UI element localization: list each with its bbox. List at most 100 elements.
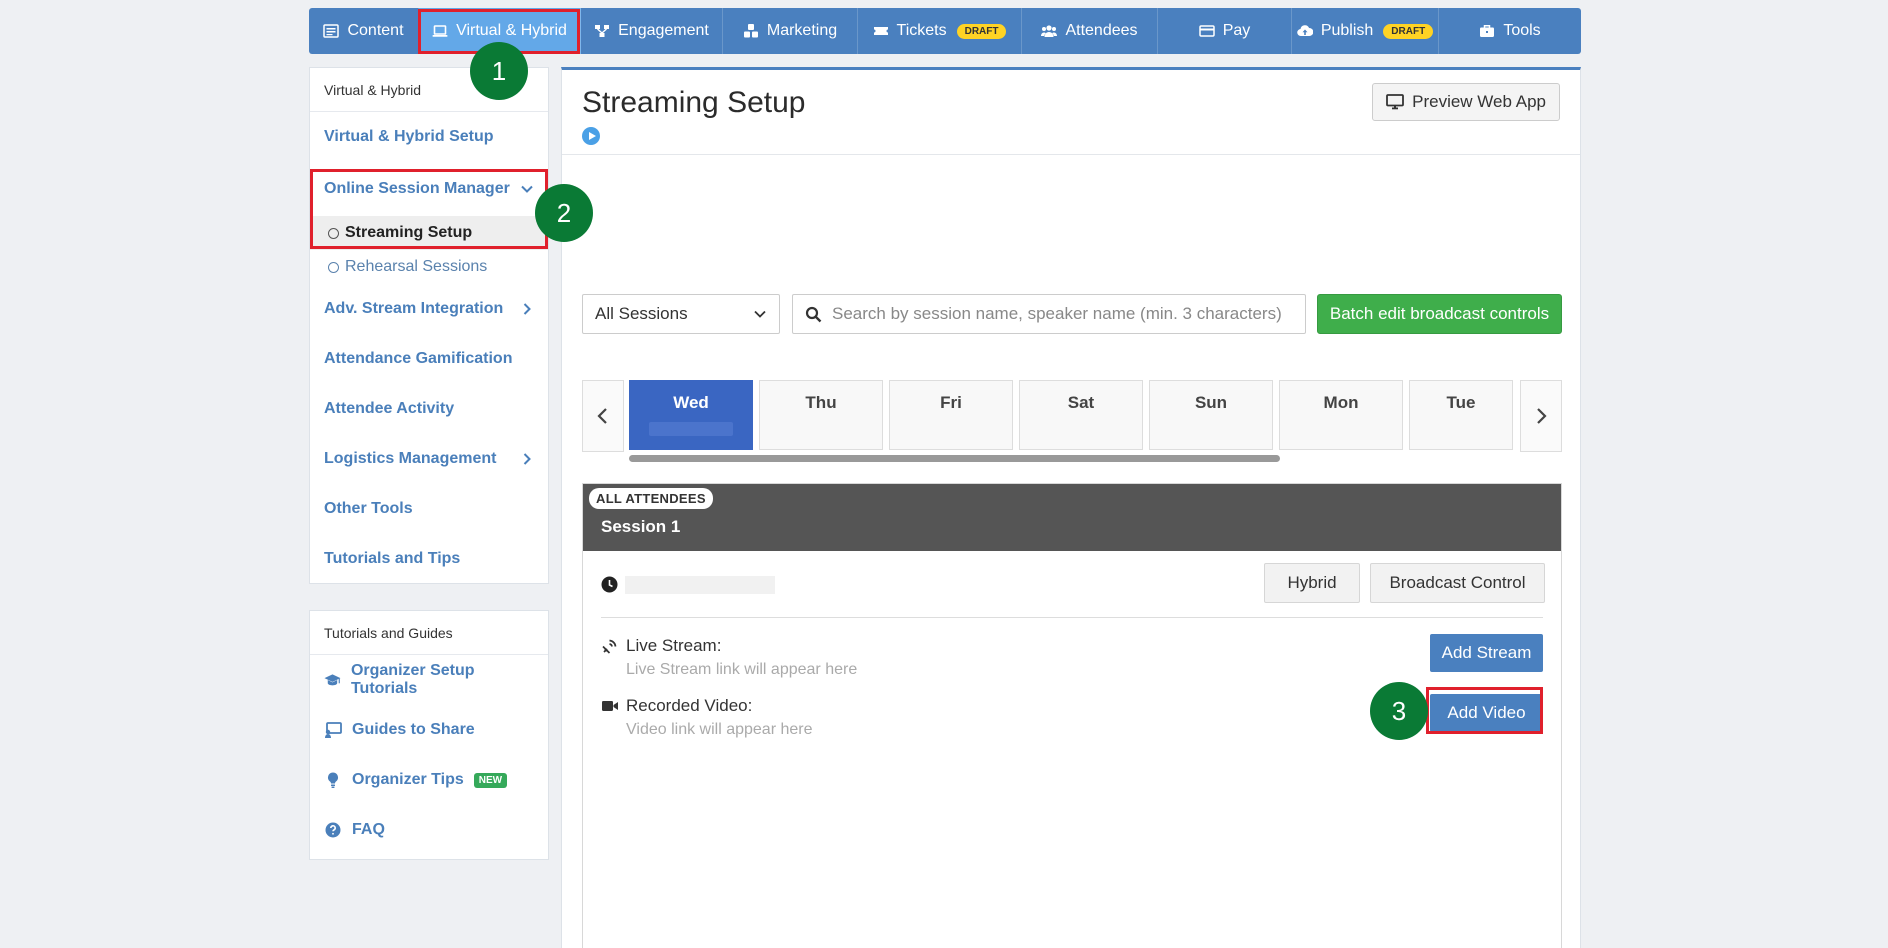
tab-engagement-label: Engagement: [618, 22, 709, 39]
ticket-icon: [873, 27, 888, 35]
broadcast-icon: [602, 639, 617, 654]
day-label: Fri: [940, 393, 962, 412]
sidebar-item-label: Attendance Gamification: [324, 350, 513, 367]
play-video-icon[interactable]: [582, 127, 600, 145]
tab-pay-label: Pay: [1222, 22, 1251, 39]
hybrid-button[interactable]: Hybrid: [1264, 563, 1360, 603]
users-icon: [1041, 25, 1058, 37]
sidebar-item-online-session-manager[interactable]: Online Session Manager: [310, 162, 548, 216]
audience-badge: ALL ATTENDEES: [589, 488, 713, 509]
list-icon: [323, 24, 340, 38]
recorded-video-label: Recorded Video:: [601, 696, 752, 716]
tab-publish[interactable]: Publish DRAFT: [1292, 8, 1439, 54]
sidebar-subitem-label: Streaming Setup: [345, 224, 473, 241]
day-next-button[interactable]: [1520, 380, 1562, 452]
sidebar-item-attendance-gamification[interactable]: Attendance Gamification: [310, 334, 548, 384]
day-scrollbar[interactable]: [629, 455, 1280, 462]
sidebar-item-label: Logistics Management: [324, 450, 497, 467]
circle-icon: [328, 227, 339, 239]
day-tab-thu[interactable]: Thu: [759, 380, 883, 450]
presentation-icon: [325, 722, 342, 738]
sidebar-item-virtual-hybrid-setup[interactable]: Virtual & Hybrid Setup: [310, 112, 548, 162]
session-header: ALL ATTENDEES Session 1: [583, 484, 1561, 551]
tab-attendees[interactable]: Attendees: [1022, 8, 1158, 54]
day-tab-sat[interactable]: Sat: [1019, 380, 1143, 450]
chevron-right-icon: [523, 453, 531, 465]
sidebar: Virtual & Hybrid Virtual & Hybrid Setup …: [309, 67, 549, 584]
graduation-cap-icon: [324, 674, 341, 686]
day-tab-sun[interactable]: Sun: [1149, 380, 1273, 450]
search-input[interactable]: [832, 304, 1293, 324]
chevron-down-icon: [521, 185, 533, 193]
title-divider: [562, 154, 1580, 155]
tab-attendees-label: Attendees: [1065, 22, 1138, 39]
batch-edit-broadcast-controls-button[interactable]: Batch edit broadcast controls: [1317, 294, 1562, 334]
day-label: Sat: [1067, 393, 1095, 412]
sidebar-item-logistics-management[interactable]: Logistics Management: [310, 434, 548, 484]
day-prev-button[interactable]: [582, 380, 624, 452]
day-tab-wed[interactable]: Wed: [629, 380, 753, 450]
circle-icon: [328, 261, 339, 273]
broadcast-control-button[interactable]: Broadcast Control: [1370, 563, 1545, 603]
sidebar-item-adv-stream-integration[interactable]: Adv. Stream Integration: [310, 284, 548, 334]
tab-tickets[interactable]: Tickets DRAFT: [858, 8, 1022, 54]
new-badge: NEW: [473, 772, 508, 788]
tab-marketing[interactable]: Marketing: [723, 8, 858, 54]
card-icon: [1198, 25, 1215, 37]
chevron-right-icon: [1537, 408, 1547, 424]
day-label: Thu: [805, 393, 837, 412]
session-search: [792, 294, 1306, 334]
clock-icon: [601, 576, 618, 593]
tab-content[interactable]: Content: [309, 8, 419, 54]
page-title: Streaming Setup: [582, 86, 806, 119]
guide-item-label: Organizer Tips: [352, 771, 464, 788]
cubes-icon: [743, 24, 758, 38]
day-label: Mon: [1323, 393, 1359, 412]
preview-web-app-button[interactable]: Preview Web App: [1372, 83, 1560, 121]
day-selector: Wed Thu Fri Sat Sun Mon Tue: [582, 380, 1562, 462]
day-tab-tue[interactable]: Tue: [1409, 380, 1513, 450]
main-panel: Streaming Setup Preview Web App All Sess…: [561, 67, 1581, 948]
tab-engagement[interactable]: Engagement: [581, 8, 723, 54]
sidebar-item-tutorials-and-tips[interactable]: Tutorials and Tips: [310, 534, 548, 584]
tab-pay[interactable]: Pay: [1158, 8, 1292, 54]
sidebar-subitem-rehearsal-sessions[interactable]: Rehearsal Sessions: [310, 250, 548, 284]
day-tab-fri[interactable]: Fri: [889, 380, 1013, 450]
sidebar-item-label: Attendee Activity: [324, 400, 455, 417]
chevron-right-icon: [523, 303, 531, 315]
sidebar-item-label: Adv. Stream Integration: [324, 300, 504, 317]
chevron-left-icon: [597, 408, 607, 424]
session-time: [625, 576, 775, 594]
desktop-icon: [1386, 94, 1405, 110]
video-camera-icon: [602, 701, 618, 711]
guide-item-label: FAQ: [352, 821, 385, 838]
sidebar-item-label: Online Session Manager: [324, 180, 510, 197]
tab-content-label: Content: [347, 22, 404, 39]
recorded-video-text: Recorded Video:: [626, 696, 753, 715]
sidebar-item-label: Other Tools: [324, 500, 413, 517]
step-marker-3: 3: [1370, 682, 1428, 740]
guide-item-label: Organizer Setup Tutorials: [350, 662, 475, 697]
cloud-upload-icon: [1297, 25, 1313, 37]
add-video-button[interactable]: Add Video: [1430, 694, 1543, 732]
day-tab-mon[interactable]: Mon: [1279, 380, 1403, 450]
guide-item-faq[interactable]: FAQ: [310, 805, 548, 855]
guide-item-organizer-tips[interactable]: Organizer Tips NEW: [310, 755, 548, 805]
step-marker-1: 1: [470, 42, 528, 100]
guide-item-guides-to-share[interactable]: Guides to Share: [310, 705, 548, 755]
sidebar-subitem-streaming-setup[interactable]: Streaming Setup: [310, 216, 548, 250]
laptop-icon: [432, 25, 448, 37]
session-filter-select[interactable]: All Sessions: [582, 294, 780, 334]
tab-tickets-label: Tickets: [896, 22, 947, 39]
add-stream-button[interactable]: Add Stream: [1430, 634, 1543, 672]
sidebar-item-attendee-activity[interactable]: Attendee Activity: [310, 384, 548, 434]
search-icon: [805, 306, 822, 322]
day-date: [649, 422, 733, 436]
draft-badge: DRAFT: [956, 23, 1007, 39]
tab-tools[interactable]: Tools: [1439, 8, 1581, 54]
sidebar-item-other-tools[interactable]: Other Tools: [310, 484, 548, 534]
live-stream-text: Live Stream:: [626, 636, 722, 655]
network-icon: [595, 25, 610, 37]
briefcase-icon: [1480, 25, 1495, 37]
guide-item-organizer-setup-tutorials[interactable]: Organizer Setup Tutorials: [310, 655, 548, 705]
